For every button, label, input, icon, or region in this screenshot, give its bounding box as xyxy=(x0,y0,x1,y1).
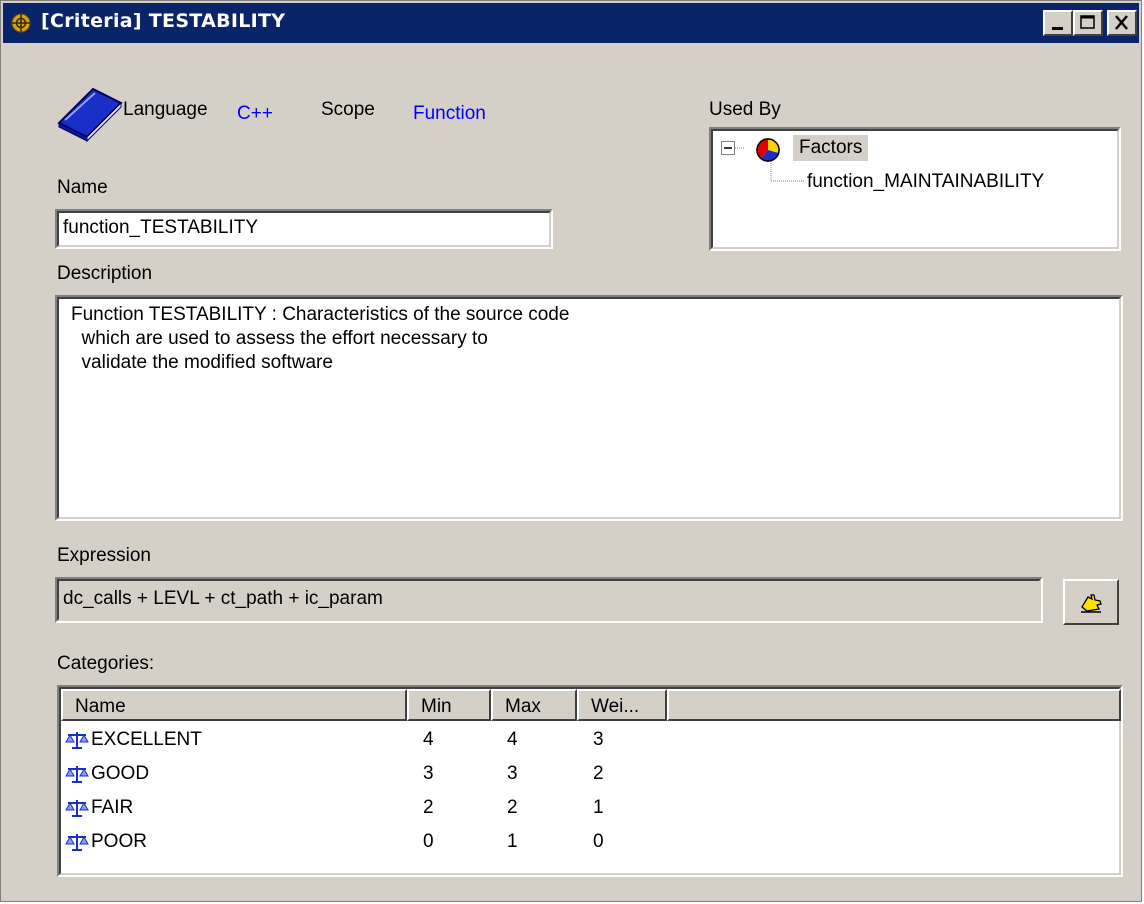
expression-value: dc_calls + LEVL + ct_path + ic_param xyxy=(63,588,383,609)
close-icon xyxy=(1115,15,1128,30)
maximize-button[interactable] xyxy=(1073,10,1103,36)
description-line-1: Function TESTABILITY : Characteristics o… xyxy=(71,304,570,325)
category-max: 4 xyxy=(507,729,518,750)
book-icon xyxy=(57,87,123,143)
categories-list[interactable]: Name Min Max Wei... EXCELLENT 4 4 3 GOOD… xyxy=(57,685,1123,877)
category-max: 3 xyxy=(507,763,518,784)
category-min: 2 xyxy=(423,797,434,818)
column-header-weight[interactable]: Wei... xyxy=(577,689,667,721)
category-name: GOOD xyxy=(91,763,150,784)
expression-field[interactable]: dc_calls + LEVL + ct_path + ic_param xyxy=(55,577,1043,623)
close-button[interactable] xyxy=(1107,10,1137,36)
used-by-tree[interactable]: Factors function_MAINTAINABILITY xyxy=(709,127,1121,251)
description-field[interactable]: Function TESTABILITY : Characteristics o… xyxy=(55,295,1123,521)
language-value: C++ xyxy=(237,103,273,124)
category-weight: 2 xyxy=(593,763,604,784)
scale-icon xyxy=(65,732,89,749)
category-name: POOR xyxy=(91,831,147,852)
category-row[interactable]: FAIR 2 2 1 xyxy=(63,793,1117,827)
category-name: FAIR xyxy=(91,797,134,818)
tree-node-function-maintainability[interactable]: function_MAINTAINABILITY xyxy=(807,171,1044,193)
minimize-icon xyxy=(1052,27,1063,30)
collapse-icon[interactable] xyxy=(721,141,735,155)
categories-header: Name Min Max Wei... xyxy=(61,689,1121,721)
category-row[interactable]: EXCELLENT 4 4 3 xyxy=(63,725,1117,759)
category-min: 0 xyxy=(423,831,434,852)
category-weight: 3 xyxy=(593,729,604,750)
scope-value: Function xyxy=(413,103,486,124)
category-max: 1 xyxy=(507,831,518,852)
factors-icon xyxy=(756,138,780,162)
category-max: 2 xyxy=(507,797,518,818)
category-min: 4 xyxy=(423,729,434,750)
column-header-max[interactable]: Max xyxy=(491,689,577,721)
window-title: [Criteria] TESTABILITY xyxy=(41,10,286,32)
description-label: Description xyxy=(57,263,153,284)
column-header-name[interactable]: Name xyxy=(61,689,407,721)
scale-icon xyxy=(65,766,89,783)
description-line-2: which are used to assess the effort nece… xyxy=(71,328,488,349)
maximize-icon xyxy=(1080,15,1095,29)
category-row[interactable]: GOOD 3 3 2 xyxy=(63,759,1117,793)
name-label: Name xyxy=(57,177,108,198)
category-weight: 0 xyxy=(593,831,604,852)
language-label: Language xyxy=(123,99,208,120)
crosshair-icon xyxy=(11,13,31,33)
description-line-3: validate the modified software xyxy=(71,352,333,373)
used-by-label: Used By xyxy=(709,99,781,120)
column-header-min[interactable]: Min xyxy=(407,689,491,721)
pointing-hand-icon xyxy=(1081,594,1102,613)
category-name: EXCELLENT xyxy=(91,729,202,750)
scale-icon xyxy=(65,834,89,851)
expression-label: Expression xyxy=(57,545,151,566)
category-row[interactable]: POOR 0 1 0 xyxy=(63,827,1117,861)
category-min: 3 xyxy=(423,763,434,784)
categories-label: Categories: xyxy=(57,653,155,674)
tree-node-factors[interactable]: Factors xyxy=(793,135,869,161)
description-text: Function TESTABILITY : Characteristics o… xyxy=(71,303,569,375)
expression-edit-button[interactable] xyxy=(1063,579,1119,625)
criteria-window: [Criteria] TESTABILITY Language C++ Scop… xyxy=(0,0,1142,902)
category-weight: 1 xyxy=(593,797,604,818)
name-field[interactable]: function_TESTABILITY xyxy=(55,209,553,249)
scope-label: Scope xyxy=(321,99,375,120)
name-field-value: function_TESTABILITY xyxy=(63,217,259,238)
column-header-empty xyxy=(667,689,1121,721)
scale-icon xyxy=(65,800,89,817)
minimize-button[interactable] xyxy=(1043,10,1073,36)
title-bar[interactable]: [Criteria] TESTABILITY xyxy=(3,3,1139,43)
